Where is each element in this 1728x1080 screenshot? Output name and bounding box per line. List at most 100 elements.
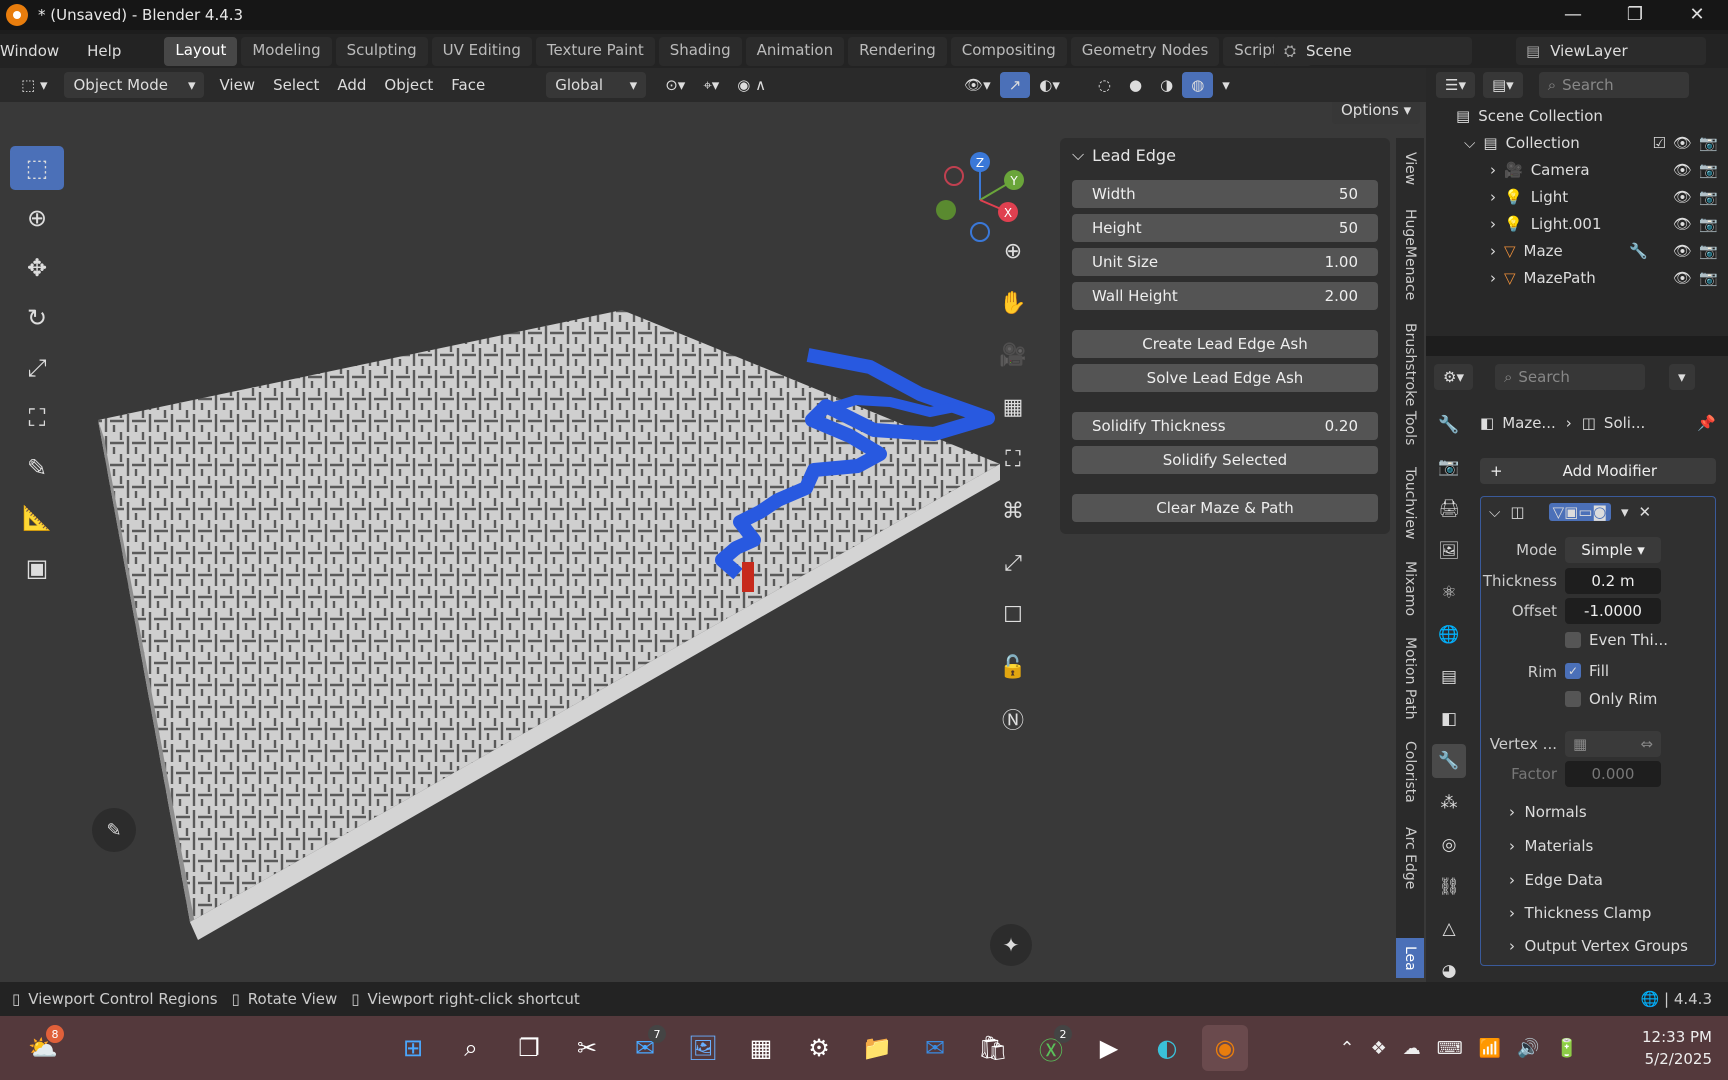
file-explorer-icon[interactable]: 📁 <box>854 1025 900 1071</box>
modifier-tab-icon[interactable]: 🔧 <box>1432 744 1466 778</box>
chevron-down-icon[interactable]: ⌵ <box>1489 503 1500 521</box>
eye-icon[interactable]: 👁 <box>1673 215 1692 233</box>
add-modifier-button[interactable]: + Add Modifier <box>1480 458 1716 484</box>
wall-height-field[interactable]: Wall Height 2.00 <box>1072 282 1378 310</box>
add-cube-icon[interactable]: ▣ <box>10 546 64 590</box>
search-icon[interactable]: ⌕ <box>448 1025 494 1071</box>
close-button[interactable]: ✕ <box>1666 0 1728 30</box>
render-camera-icon[interactable]: 📷 <box>1699 215 1718 233</box>
tab-texture-paint[interactable]: Texture Paint <box>535 36 655 66</box>
tab-compositing[interactable]: Compositing <box>950 36 1067 66</box>
material-shading-icon[interactable]: ◑ <box>1151 72 1182 98</box>
outliner-item-mazepath[interactable]: › ▽ MazePath 👁 📷 <box>1426 264 1728 291</box>
menu-view[interactable]: View <box>210 72 264 98</box>
render-camera-icon[interactable]: 📷 <box>1699 161 1718 179</box>
edge-icon[interactable]: ◐ <box>1144 1025 1190 1071</box>
world-tab-icon[interactable]: 🌐 <box>1432 618 1466 652</box>
snap-icon[interactable]: ⌖▾ <box>694 72 728 98</box>
view-layer-selector[interactable]: ▤ ViewLayer <box>1516 37 1706 65</box>
editor-type-icon[interactable]: ⬚ ▾ <box>12 72 56 98</box>
menu-face[interactable]: Face <box>442 72 494 98</box>
unit-size-field[interactable]: Unit Size 1.00 <box>1072 248 1378 276</box>
measure-icon[interactable]: 📐 <box>10 496 64 540</box>
properties-editor-icon[interactable]: ⚙▾ <box>1434 364 1473 390</box>
outlook-icon[interactable]: ✉ <box>912 1025 958 1071</box>
collection-tab-icon[interactable]: ▤ <box>1432 660 1466 694</box>
checkbox-icon[interactable]: ☑ <box>1653 134 1666 152</box>
eye-icon[interactable]: 👁 <box>1673 161 1692 179</box>
tab-geometry-nodes[interactable]: Geometry Nodes <box>1070 36 1220 66</box>
scene-tab-icon[interactable]: ⚛ <box>1432 576 1466 610</box>
pin-icon[interactable]: 📌 <box>1697 414 1716 432</box>
n-panel-icon[interactable]: Ⓝ <box>992 698 1034 740</box>
cursor-icon[interactable]: ⊕ <box>10 196 64 240</box>
pan-hand-icon[interactable]: ✋ <box>992 282 1034 324</box>
side-tab-hugemenace[interactable]: HugeMenace <box>1396 200 1424 310</box>
side-tab-motion-path[interactable]: Motion Path <box>1396 630 1424 726</box>
solidify-thickness-field[interactable]: Solidify Thickness 0.20 <box>1072 412 1378 440</box>
keyboard-icon[interactable]: ⌨ <box>1437 1038 1463 1059</box>
wifi-icon[interactable]: 📶 <box>1479 1038 1501 1059</box>
width-field[interactable]: Width 50 <box>1072 180 1378 208</box>
chevron-down-icon[interactable]: ▾ <box>1668 364 1695 390</box>
chevron-up-icon[interactable]: ⌃ <box>1340 1038 1355 1059</box>
collection-row[interactable]: ⌵ ▤ Collection ☑ 👁 📷 <box>1426 129 1728 156</box>
volume-icon[interactable]: 🔊 <box>1517 1038 1539 1059</box>
tab-shading[interactable]: Shading <box>658 36 742 66</box>
eye-icon[interactable]: 👁 <box>1673 188 1692 206</box>
render-camera-icon[interactable]: 📷 <box>1699 269 1718 287</box>
outliner-item-light-001[interactable]: › 💡 Light.001 👁 📷 <box>1426 210 1728 237</box>
mode-dropdown[interactable]: Simple ▾ <box>1565 537 1661 563</box>
view-layer-tab-icon[interactable]: 🖼 <box>1432 534 1466 568</box>
particles-tab-icon[interactable]: ⁂ <box>1432 786 1466 820</box>
menu-add[interactable]: Add <box>328 72 375 98</box>
render-tab-icon[interactable]: 📷 <box>1432 450 1466 484</box>
calculator-icon[interactable]: ▦ <box>738 1025 784 1071</box>
menu-select[interactable]: Select <box>264 72 328 98</box>
tab-rendering[interactable]: Rendering <box>848 36 947 66</box>
annotate-icon[interactable]: ✎ <box>10 446 64 490</box>
blender-taskbar-icon[interactable]: ◉ <box>1202 1025 1248 1071</box>
3d-viewport[interactable]: ⬚ ⊕ ✥ ↻ ⤢ ⛶ ✎ 📐 ▣ ✎ Z Y X ⊕ ✋ 🎥 ▦ ⛶ ⌘ ⤢ … <box>0 102 1426 982</box>
side-tab-brushstroke[interactable]: Brushstroke Tools <box>1396 314 1424 454</box>
lock-icon[interactable]: 🔓 <box>992 646 1034 688</box>
physics-tab-icon[interactable]: ◎ <box>1432 828 1466 862</box>
section-thickness-clamp[interactable]: › Thickness Clamp <box>1509 904 1651 922</box>
section-materials[interactable]: › Materials <box>1509 837 1593 855</box>
side-tab-colorista[interactable]: Colorista <box>1396 732 1424 812</box>
sparkle-icon[interactable]: ✦ <box>990 924 1032 966</box>
orientation-dropdown[interactable]: Global ▾ <box>546 72 647 98</box>
pencil-icon[interactable]: ✎ <box>92 808 136 852</box>
tool-tab-icon[interactable]: 🔧 <box>1432 408 1466 442</box>
modifier-toggles-icon[interactable]: ▽▣▭◙ <box>1548 503 1611 521</box>
media-player-icon[interactable]: ▶ <box>1086 1025 1132 1071</box>
tab-modeling[interactable]: Modeling <box>241 36 332 66</box>
region-icon[interactable]: ☐ <box>992 594 1034 636</box>
battery-icon[interactable]: 🔋 <box>1556 1038 1578 1059</box>
factor-field[interactable]: 0.000 <box>1565 761 1661 787</box>
filter-icon[interactable]: ▤▾ <box>1482 72 1523 98</box>
solve-lead-edge-button[interactable]: Solve Lead Edge Ash <box>1072 364 1378 392</box>
zoom-icon[interactable]: ⊕ <box>992 230 1034 272</box>
panel-header[interactable]: ⌵ Lead Edge <box>1060 138 1390 172</box>
section-edge-data[interactable]: › Edge Data <box>1509 871 1603 889</box>
gizmo-toggle-icon[interactable]: ↗ <box>999 72 1031 98</box>
solid-shading-icon[interactable]: ● <box>1120 72 1151 98</box>
mode-dropdown[interactable]: Object Mode ▾ <box>64 72 205 98</box>
visibility-icon[interactable]: 👁▾ <box>955 72 1000 98</box>
thickness-field[interactable]: 0.2 m <box>1565 568 1661 594</box>
transform-icon[interactable]: ⛶ <box>10 396 64 440</box>
move-icon[interactable]: ✥ <box>10 246 64 290</box>
menu-object[interactable]: Object <box>375 72 442 98</box>
fill-rim-checkbox[interactable]: ✓ Fill <box>1565 662 1609 680</box>
side-tab-mixamo[interactable]: Mixamo <box>1396 554 1424 624</box>
proportional-edit-icon[interactable]: ◉ ∧ <box>728 72 775 98</box>
snipping-tool-icon[interactable]: ✂ <box>564 1025 610 1071</box>
tab-layout[interactable]: Layout <box>164 36 238 66</box>
outliner-search[interactable]: ⌕ Search <box>1538 72 1689 98</box>
outliner-item-light[interactable]: › 💡 Light 👁 📷 <box>1426 183 1728 210</box>
tab-animation[interactable]: Animation <box>745 36 845 66</box>
weather-icon[interactable]: ⛅ 8 <box>20 1025 66 1071</box>
solidify-selected-button[interactable]: Solidify Selected <box>1072 446 1378 474</box>
constraints-tab-icon[interactable]: ⛓ <box>1432 870 1466 904</box>
